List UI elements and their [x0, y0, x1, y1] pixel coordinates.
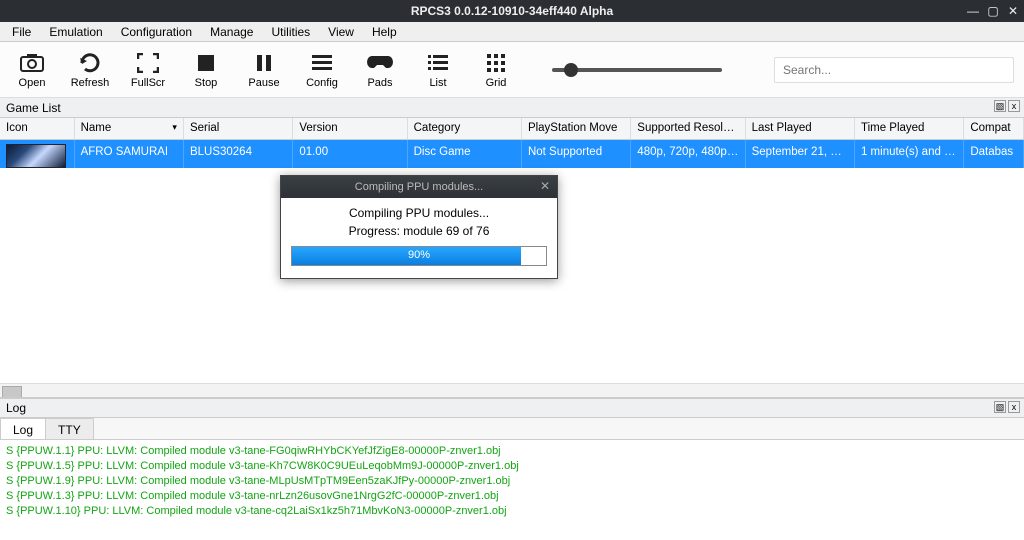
game-thumbnail-icon — [6, 144, 66, 168]
cell-version: 01.00 — [293, 140, 407, 168]
game-row[interactable]: AFRO SAMURAI BLUS30264 01.00 Disc Game N… — [0, 140, 1024, 168]
refresh-button[interactable]: Refresh — [68, 51, 112, 89]
window-title: RPCS3 0.0.12-10910-34eff440 Alpha — [411, 4, 613, 18]
cell-compat: Databas — [964, 140, 1024, 168]
list-button[interactable]: List — [416, 51, 460, 89]
config-label: Config — [306, 77, 338, 89]
cell-psmove: Not Supported — [522, 140, 631, 168]
col-lastplayed[interactable]: Last Played — [746, 118, 855, 139]
horizontal-scrollbar[interactable] — [0, 383, 1024, 397]
panel-close-icon[interactable]: x — [1008, 100, 1020, 112]
game-list-label: Game List — [6, 101, 61, 115]
icon-size-slider[interactable] — [552, 62, 732, 78]
menu-emulation[interactable]: Emulation — [41, 23, 110, 41]
col-icon[interactable]: Icon — [0, 118, 75, 139]
window-titlebar: RPCS3 0.0.12-10910-34eff440 Alpha — ▢ ✕ — [0, 0, 1024, 22]
gamepad-icon — [366, 51, 394, 75]
col-timeplayed[interactable]: Time Played — [855, 118, 964, 139]
col-serial[interactable]: Serial — [184, 118, 293, 139]
menu-help[interactable]: Help — [364, 23, 405, 41]
stop-icon — [192, 51, 220, 75]
refresh-label: Refresh — [71, 77, 110, 89]
col-psmove[interactable]: PlayStation Move — [522, 118, 631, 139]
grid-icon — [482, 51, 510, 75]
list-icon — [424, 51, 452, 75]
fullscreen-icon — [134, 51, 162, 75]
stop-button[interactable]: Stop — [184, 51, 228, 89]
menu-configuration[interactable]: Configuration — [113, 23, 200, 41]
menu-manage[interactable]: Manage — [202, 23, 261, 41]
compiling-dialog: Compiling PPU modules... ✕ Compiling PPU… — [280, 175, 558, 279]
menu-bar: File Emulation Configuration Manage Util… — [0, 22, 1024, 42]
log-line: S {PPUW.1.10} PPU: LLVM: Compiled module… — [6, 504, 1018, 519]
cell-category: Disc Game — [408, 140, 522, 168]
log-line: S {PPUW.1.3} PPU: LLVM: Compiled module … — [6, 489, 1018, 504]
menu-icon — [308, 51, 336, 75]
window-controls: — ▢ ✕ — [966, 0, 1020, 22]
log-panel-title: Log ▧ x — [0, 398, 1024, 418]
cell-resolutions: 480p, 720p, 480p 16:9 — [631, 140, 745, 168]
menu-utilities[interactable]: Utilities — [263, 23, 318, 41]
pads-button[interactable]: Pads — [358, 51, 402, 89]
dialog-progress-text: Progress: module 69 of 76 — [291, 224, 547, 238]
fullscreen-button[interactable]: FullScr — [126, 51, 170, 89]
pads-label: Pads — [367, 77, 392, 89]
fullscreen-label: FullScr — [131, 77, 165, 89]
search-input[interactable] — [774, 57, 1014, 83]
panel-float-icon[interactable]: ▧ — [994, 100, 1006, 112]
tab-tty[interactable]: TTY — [45, 418, 94, 439]
game-list-panel-title: Game List ▧ x — [0, 98, 1024, 118]
log-line: S {PPUW.1.1} PPU: LLVM: Compiled module … — [6, 444, 1018, 459]
col-resolutions[interactable]: Supported Resolutions — [631, 118, 745, 139]
toolbar: Open Refresh FullScr Stop Pause Config P… — [0, 42, 1024, 98]
col-compat[interactable]: Compat — [964, 118, 1024, 139]
minimize-button[interactable]: — — [966, 5, 980, 17]
tab-log[interactable]: Log — [0, 418, 46, 439]
cell-lastplayed: September 21, 2020 — [746, 140, 855, 168]
pause-button[interactable]: Pause — [242, 51, 286, 89]
progress-bar: 90% — [291, 246, 547, 266]
stop-label: Stop — [195, 77, 218, 89]
cell-name: AFRO SAMURAI — [75, 140, 184, 168]
list-label: List — [429, 77, 446, 89]
refresh-icon — [76, 51, 104, 75]
log-line: S {PPUW.1.9} PPU: LLVM: Compiled module … — [6, 474, 1018, 489]
log-float-icon[interactable]: ▧ — [994, 401, 1006, 413]
dialog-close-button[interactable]: ✕ — [537, 179, 553, 193]
open-button[interactable]: Open — [10, 51, 54, 89]
progress-percent: 90% — [292, 249, 546, 261]
game-list-header: Icon Name Serial Version Category PlaySt… — [0, 118, 1024, 140]
close-button[interactable]: ✕ — [1006, 5, 1020, 17]
dialog-title-text: Compiling PPU modules... — [355, 181, 483, 193]
cell-serial: BLUS30264 — [184, 140, 293, 168]
pause-icon — [250, 51, 278, 75]
cell-timeplayed: 1 minute(s) and 24 second(s) — [855, 140, 964, 168]
log-line: S {PPUW.1.5} PPU: LLVM: Compiled module … — [6, 459, 1018, 474]
log-output[interactable]: S {PPUW.1.1} PPU: LLVM: Compiled module … — [0, 440, 1024, 530]
grid-label: Grid — [486, 77, 507, 89]
open-label: Open — [19, 77, 46, 89]
config-button[interactable]: Config — [300, 51, 344, 89]
dialog-titlebar[interactable]: Compiling PPU modules... ✕ — [281, 176, 557, 198]
col-category[interactable]: Category — [408, 118, 522, 139]
col-version[interactable]: Version — [293, 118, 407, 139]
grid-button[interactable]: Grid — [474, 51, 518, 89]
log-close-icon[interactable]: x — [1008, 401, 1020, 413]
col-name[interactable]: Name — [75, 118, 184, 139]
maximize-button[interactable]: ▢ — [986, 5, 1000, 17]
camera-icon — [18, 51, 46, 75]
menu-view[interactable]: View — [320, 23, 362, 41]
log-tabs: Log TTY — [0, 418, 1024, 440]
dialog-message: Compiling PPU modules... — [291, 206, 547, 220]
menu-file[interactable]: File — [4, 23, 39, 41]
log-panel-label: Log — [6, 401, 26, 415]
pause-label: Pause — [248, 77, 279, 89]
